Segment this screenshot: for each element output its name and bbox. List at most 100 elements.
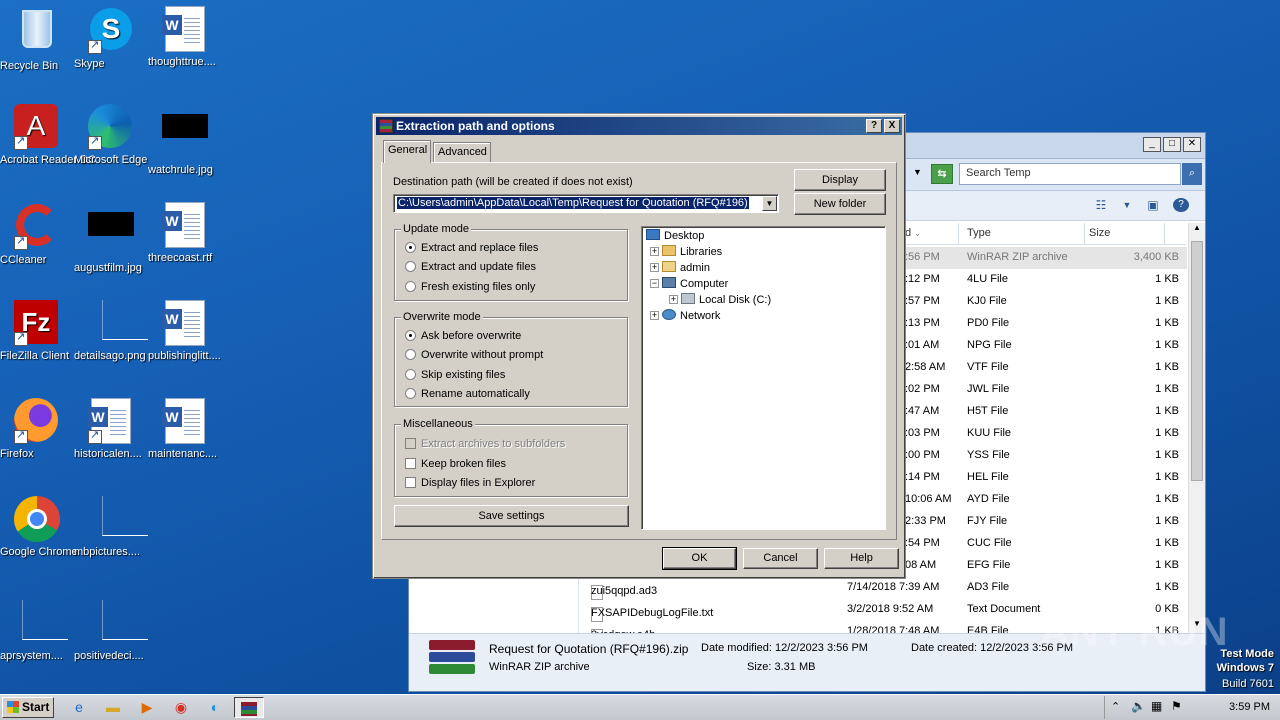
radio-icon[interactable] — [405, 261, 416, 272]
clock[interactable]: 3:59 PM — [1229, 701, 1270, 713]
radio-ask-before-overwrite[interactable]: Ask before overwrite — [405, 330, 521, 342]
tree-item-libraries[interactable]: + Libraries — [650, 245, 722, 258]
expand-icon[interactable]: + — [650, 311, 659, 320]
tab-advanced[interactable]: Advanced — [433, 142, 491, 162]
radio-icon[interactable] — [405, 388, 416, 399]
desktop-icon-acrobat[interactable]: A Acrobat Reader DC — [0, 104, 96, 166]
network-tray-icon[interactable]: ▦ — [1151, 699, 1162, 713]
help-title-button[interactable]: ? — [866, 119, 882, 133]
explorer-folder-icon[interactable]: ▬ — [100, 697, 126, 718]
close-button[interactable]: ✕ — [1183, 137, 1201, 152]
refresh-icon[interactable]: ⇆ — [931, 164, 953, 184]
desktop-icon-mbpictures[interactable]: mbpictures.... — [74, 496, 148, 558]
save-settings-button[interactable]: Save settings — [394, 505, 629, 527]
row-type: KJ0 File — [967, 295, 1007, 307]
cancel-button[interactable]: Cancel — [743, 548, 818, 569]
tree-item-admin[interactable]: + admin — [650, 261, 710, 274]
checkbox-icon[interactable] — [405, 477, 416, 488]
tree-item-network[interactable]: + Network — [650, 309, 720, 322]
desktop-icon-label: augustfilm.jpg — [74, 262, 142, 274]
chevron-down-icon[interactable]: ▼ — [762, 196, 777, 211]
column-date-modified[interactable]: d ⌄ — [901, 223, 959, 245]
desktop-icon-threecoast[interactable]: W threecoast.rtf — [148, 202, 222, 264]
row-size: 1 KB — [1155, 471, 1179, 483]
checkbox-icon[interactable] — [405, 458, 416, 469]
checkbox-display-in-explorer[interactable]: Display files in Explorer — [405, 477, 535, 489]
column-size[interactable]: Size — [1085, 223, 1165, 245]
radio-extract-update[interactable]: Extract and update files — [405, 261, 536, 273]
desktop-icon-watchrule[interactable]: watchrule.jpg — [148, 104, 222, 176]
chevron-down-icon[interactable]: ▼ — [913, 167, 922, 177]
search-input[interactable]: Search Temp — [959, 163, 1181, 185]
chevron-down-icon[interactable]: ▼ — [1119, 198, 1135, 212]
action-center-flag-icon[interactable]: ⚑ — [1171, 699, 1182, 713]
desktop-icon-chrome[interactable]: Google Chrome — [0, 496, 78, 558]
desktop-icon-augustfilm[interactable]: augustfilm.jpg — [74, 202, 148, 274]
desktop-icon-firefox[interactable]: Firefox — [0, 398, 74, 460]
display-button[interactable]: Display — [794, 169, 886, 191]
desktop-icon-maintenanc[interactable]: W maintenanc.... — [148, 398, 222, 460]
media-player-icon[interactable]: ▶ — [134, 697, 160, 718]
desktop-icon-historicalen[interactable]: W historicalen.... — [74, 398, 148, 460]
help-button[interactable]: Help — [824, 548, 899, 569]
chrome-taskbar-icon[interactable]: ◉ — [168, 697, 194, 718]
radio-skip-existing[interactable]: Skip existing files — [405, 369, 505, 381]
desktop-icon-detailsago[interactable]: detailsago.png — [74, 300, 148, 362]
tree-item-desktop[interactable]: Desktop — [646, 229, 704, 242]
expand-icon[interactable]: + — [669, 295, 678, 304]
radio-fresh-existing[interactable]: Fresh existing files only — [405, 281, 535, 293]
tree-item-local-disk[interactable]: + Local Disk (C:) — [669, 293, 771, 306]
table-row[interactable]: zui5qqpd.ad3 7/14/2018 7:39 AM AD3 File 1 K… — [581, 577, 1187, 600]
vertical-scrollbar[interactable]: ▲ ▼ — [1188, 223, 1205, 633]
new-folder-button[interactable]: New folder — [794, 193, 886, 215]
tab-general[interactable]: General — [383, 140, 431, 163]
destination-path-combobox[interactable]: C:\Users\admin\AppData\Local\Temp\Reques… — [393, 194, 779, 213]
search-icon[interactable]: ⌕ — [1182, 163, 1202, 185]
ie-icon[interactable]: e — [66, 697, 92, 718]
radio-icon[interactable] — [405, 349, 416, 360]
desktop-icon-edge[interactable]: Microsoft Edge — [74, 104, 148, 166]
desktop-icon-aprsystem[interactable]: aprsystem.... — [0, 600, 74, 662]
folder-tree[interactable]: Desktop + Libraries + admin − Computer + Loc… — [641, 226, 886, 530]
radio-extract-replace[interactable]: Extract and replace files — [405, 242, 538, 254]
row-size: 1 KB — [1155, 317, 1179, 329]
show-hidden-icons[interactable]: ⌃ — [1111, 700, 1120, 713]
expand-icon[interactable]: + — [650, 247, 659, 256]
desktop-icon-thoughttrue[interactable]: W thoughttrue.... — [148, 6, 222, 68]
overwrite-mode-group: Overwrite mode Ask before overwrite Over… — [394, 311, 628, 407]
row-date: 7/14/2018 7:39 AM — [847, 581, 940, 593]
close-icon[interactable]: X — [884, 119, 900, 133]
desktop-icon-recycle-bin[interactable]: Recycle Bin — [0, 6, 74, 72]
radio-icon[interactable] — [405, 242, 416, 253]
desktop-icon-ccleaner[interactable]: CCleaner — [0, 202, 74, 266]
radio-icon[interactable] — [405, 369, 416, 380]
edge-taskbar-icon[interactable]: ◐ — [202, 697, 228, 718]
volume-icon[interactable]: 🔈 — [1131, 699, 1146, 713]
preview-pane-icon[interactable]: ▣ — [1145, 198, 1161, 212]
start-button[interactable]: Start — [2, 697, 54, 718]
radio-overwrite-without-prompt[interactable]: Overwrite without prompt — [405, 349, 543, 361]
radio-icon[interactable] — [405, 330, 416, 341]
winrar-taskbar-icon[interactable] — [234, 697, 264, 718]
collapse-icon[interactable]: − — [650, 279, 659, 288]
radio-rename-automatically[interactable]: Rename automatically — [405, 388, 530, 400]
minimize-button[interactable]: _ — [1143, 137, 1161, 152]
scrollbar-thumb[interactable] — [1191, 241, 1203, 481]
desktop-icon-skype[interactable]: S Skype — [74, 6, 148, 70]
desktop-icon-positivedeci[interactable]: positivedeci.... — [74, 600, 148, 662]
desktop-icon-label: Recycle Bin — [0, 60, 59, 72]
view-options-icon[interactable]: ☷ — [1093, 198, 1109, 212]
help-icon[interactable]: ? — [1173, 198, 1189, 212]
chrome-icon — [14, 496, 60, 542]
desktop-icon-filezilla[interactable]: Fz FileZilla Client — [0, 300, 74, 362]
expand-icon[interactable]: + — [650, 263, 659, 272]
column-type[interactable]: Type — [963, 223, 1085, 245]
ok-button[interactable]: OK — [662, 547, 737, 570]
radio-icon[interactable] — [405, 281, 416, 292]
tree-item-computer[interactable]: − Computer — [650, 277, 728, 290]
maximize-button[interactable]: □ — [1163, 137, 1181, 152]
checkbox-keep-broken-files[interactable]: Keep broken files — [405, 458, 506, 470]
desktop-icon-publishinglitt[interactable]: W publishinglitt.... — [148, 300, 222, 362]
scroll-up-icon[interactable]: ▲ — [1189, 223, 1205, 237]
row-name: FXSAPIDebugLogFile.txt — [591, 607, 714, 619]
